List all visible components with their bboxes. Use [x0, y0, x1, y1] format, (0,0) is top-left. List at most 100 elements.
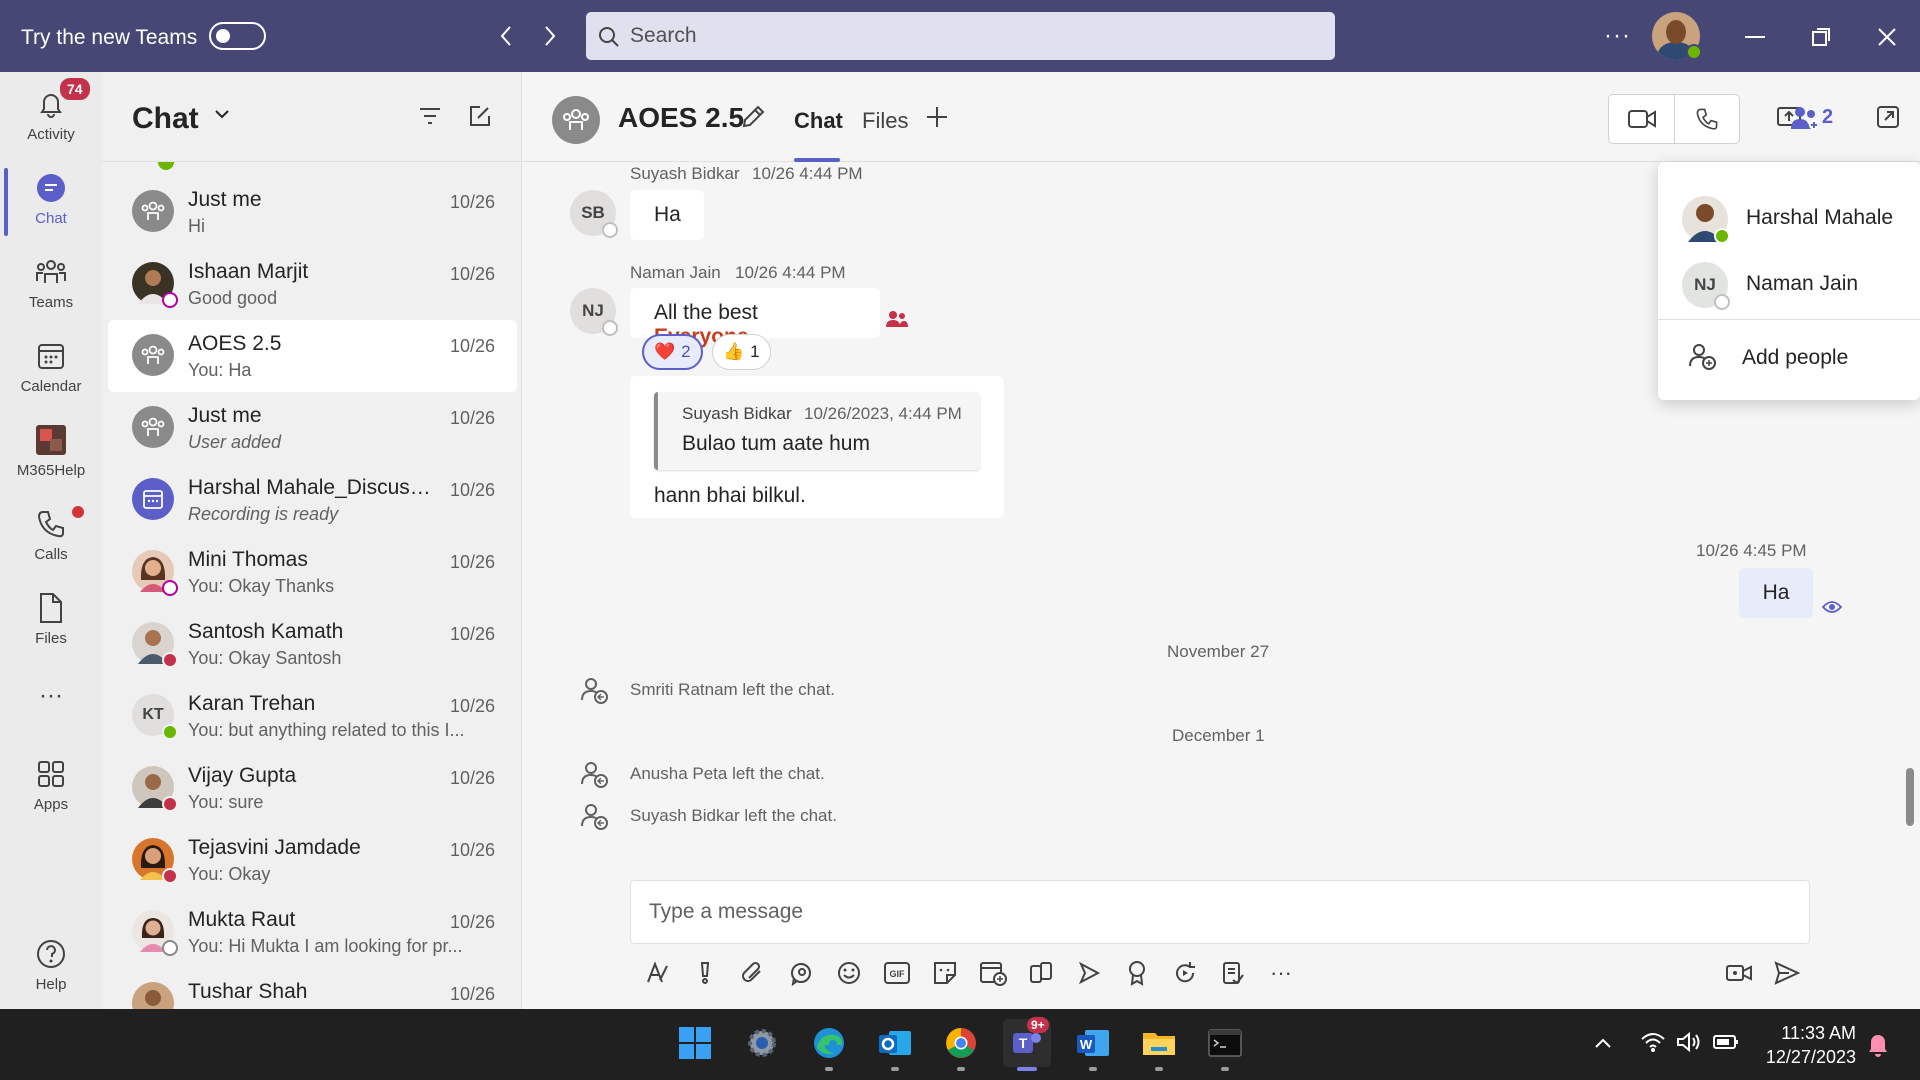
idea-icon[interactable] — [1120, 956, 1154, 990]
rail-apps[interactable]: Apps — [0, 752, 102, 826]
my-message-bubble[interactable]: Ha — [1739, 568, 1813, 618]
chat-item-mini-thomas[interactable]: Mini Thomas You: Okay Thanks 10/26 — [108, 536, 517, 608]
message-bubble[interactable]: Ha — [630, 190, 704, 240]
taskbar-word[interactable]: W — [1069, 1019, 1117, 1071]
more-actions-icon[interactable]: ··· — [1264, 956, 1298, 990]
message-bubble[interactable]: Suyash Bidkar 10/26/2023, 4:44 PM Bulao … — [630, 376, 1004, 518]
chat-item-just-me-1[interactable]: Just me Hi 10/26 — [108, 176, 517, 248]
taskbar-outlook[interactable] — [871, 1019, 919, 1071]
rail-m365help[interactable]: M365Help — [0, 418, 102, 492]
stream-icon[interactable] — [1072, 956, 1106, 990]
rail-activity[interactable]: 74 Activity — [0, 76, 102, 156]
quoted-message[interactable]: Suyash Bidkar 10/26/2023, 4:44 PM Bulao … — [654, 392, 980, 470]
presence-offline-icon — [602, 320, 618, 336]
chat-item-vijay-gupta[interactable]: Vijay Gupta You: sure 10/26 — [108, 752, 517, 824]
search-icon — [599, 27, 619, 47]
add-tab-icon[interactable] — [924, 104, 950, 130]
rail-calendar[interactable]: Calendar — [0, 334, 102, 408]
chat-item-ishaan-marjit[interactable]: Ishaan Marjit Good good 10/26 — [108, 248, 517, 320]
rail-teams[interactable]: Teams — [0, 250, 102, 324]
important-icon[interactable] — [688, 956, 722, 990]
rail-activity-label: Activity — [27, 126, 75, 143]
rail-calls[interactable]: Calls — [0, 502, 102, 576]
schedule-meeting-icon[interactable] — [976, 956, 1010, 990]
sticker-icon[interactable] — [928, 956, 962, 990]
volume-icon[interactable] — [1676, 1031, 1702, 1053]
participant-naman-jain[interactable]: NJ Naman Jain — [1658, 254, 1920, 312]
taskbar-settings[interactable] — [738, 1019, 786, 1067]
chat-item-meeting[interactable]: Harshal Mahale_Discussi... Recording is … — [108, 464, 517, 536]
message-bubble[interactable]: All the best Everyone — [630, 288, 880, 348]
taskbar-file-explorer[interactable] — [1135, 1019, 1183, 1071]
group-chat-icon — [132, 190, 174, 232]
participants-popover: Harshal Mahale NJ Naman Jain Add people — [1658, 162, 1920, 400]
search-input[interactable] — [630, 12, 1320, 60]
chat-item-mukta-raut[interactable]: Mukta Raut You: Hi Mukta I am looking fo… — [108, 896, 517, 968]
people-icon[interactable] — [1790, 105, 1820, 131]
taskbar-terminal[interactable] — [1201, 1019, 1249, 1071]
new-chat-icon[interactable] — [468, 104, 492, 128]
video-clip-icon[interactable] — [1722, 956, 1756, 990]
rail-chat[interactable]: Chat — [0, 166, 102, 240]
chat-item-preview: Good good — [188, 288, 278, 308]
taskbar-chrome[interactable] — [937, 1019, 985, 1071]
attach-icon[interactable] — [736, 956, 770, 990]
battery-icon[interactable] — [1712, 1031, 1740, 1053]
compose-box[interactable] — [630, 880, 1810, 944]
chat-item-name: Just me — [188, 188, 262, 211]
chat-item-tushar-shah[interactable]: Tushar Shah 10/26 — [108, 968, 517, 1009]
add-people-button[interactable]: Add people — [1658, 324, 1920, 382]
praise-icon[interactable] — [1024, 956, 1058, 990]
chat-item-santosh-kamath[interactable]: Santosh Kamath You: Okay Santosh 10/26 — [108, 608, 517, 680]
tab-files[interactable]: Files — [862, 108, 908, 134]
chevron-up-icon[interactable] — [1594, 1037, 1612, 1049]
video-call-icon[interactable] — [1627, 108, 1657, 130]
chat-item-just-me-2[interactable]: Just me User added 10/26 — [108, 392, 517, 464]
filter-icon[interactable] — [418, 106, 442, 126]
minimize-icon[interactable] — [1740, 22, 1770, 52]
search-box[interactable] — [586, 12, 1335, 60]
chat-item-name: Mini Thomas — [188, 548, 308, 571]
chat-item-tejasvini-jamdade[interactable]: Tejasvini Jamdade You: Okay 10/26 — [108, 824, 517, 896]
emoji-icon[interactable] — [832, 956, 866, 990]
taskbar-edge[interactable] — [805, 1019, 853, 1071]
restore-icon[interactable] — [1806, 22, 1836, 52]
forward-arrow-icon[interactable] — [537, 22, 563, 50]
close-icon[interactable] — [1872, 22, 1902, 52]
loop-icon[interactable] — [1168, 956, 1202, 990]
back-arrow-icon[interactable] — [493, 22, 519, 50]
message-input[interactable] — [649, 881, 1789, 943]
new-teams-toggle[interactable] — [209, 22, 266, 50]
pop-out-chat-icon[interactable] — [1876, 105, 1900, 129]
heart-reaction[interactable]: ❤️ 2 — [642, 334, 703, 370]
notification-bell-icon[interactable] — [1866, 1031, 1890, 1057]
rail-files[interactable]: Files — [0, 586, 102, 660]
wifi-icon[interactable] — [1640, 1031, 1666, 1053]
clock[interactable]: 11:33 AM 12/27/2023 — [1760, 1021, 1856, 1069]
format-icon[interactable] — [640, 956, 674, 990]
edit-name-icon[interactable] — [740, 104, 766, 130]
chat-item-date: 10/26 — [450, 336, 496, 356]
tab-chat[interactable]: Chat — [794, 108, 843, 134]
presence-away-icon — [162, 292, 178, 308]
gif-icon[interactable]: GIF — [880, 956, 914, 990]
edge-browser-icon — [814, 1028, 844, 1058]
chevron-down-icon[interactable] — [214, 108, 230, 120]
chat-item-date: 10/26 — [450, 624, 496, 644]
send-icon[interactable] — [1770, 956, 1804, 990]
windows-logo-icon — [679, 1027, 711, 1059]
more-options-icon[interactable]: ··· — [1604, 22, 1631, 50]
loop-component-icon[interactable] — [784, 956, 818, 990]
chat-item-aoes-2-5[interactable]: AOES 2.5 You: Ha 10/26 — [108, 320, 517, 392]
audio-call-icon[interactable] — [1695, 107, 1719, 131]
like-reaction[interactable]: 👍 1 — [712, 334, 771, 370]
participant-harshal-mahale[interactable]: Harshal Mahale — [1658, 188, 1920, 246]
start-button[interactable] — [671, 1019, 719, 1067]
rail-more-apps[interactable]: ··· — [0, 682, 102, 756]
approvals-icon[interactable] — [1216, 956, 1250, 990]
taskbar-teams[interactable]: T 9+ — [1003, 1017, 1051, 1071]
rail-help[interactable]: Help — [0, 932, 102, 1006]
chat-item-karan-trehan[interactable]: KT Karan Trehan You: but anything relate… — [108, 680, 517, 752]
people-count[interactable]: 2 — [1822, 106, 1833, 129]
message-scrollbar[interactable] — [1906, 768, 1914, 826]
